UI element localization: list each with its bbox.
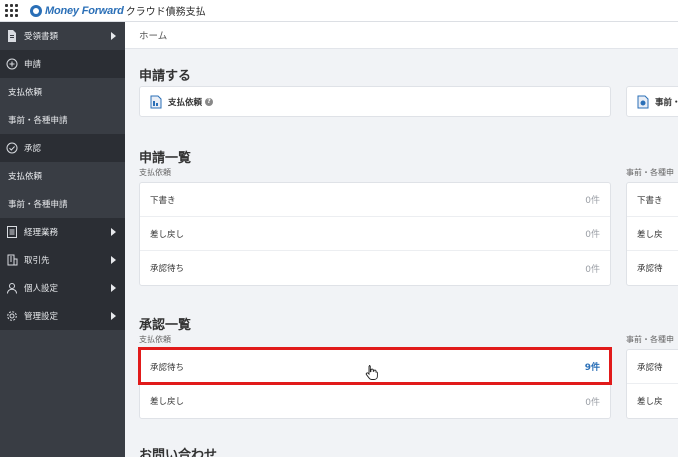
list-item-label: 差し戻し <box>150 397 185 407</box>
main-content: ホーム 申請する 支払依頼 ? 事前・ 申請一覧 支払依頼 事前・各種申 下書き… <box>125 22 678 457</box>
list-item[interactable]: 承認待ち 0件 <box>140 251 610 285</box>
payment-request-icon <box>150 95 162 108</box>
sidebar-item-label: 承認 <box>24 144 42 154</box>
list-item-label: 下書き <box>150 195 176 206</box>
user-icon <box>6 282 18 294</box>
top-bar: Money Forward クラウド債務支払 <box>0 0 678 22</box>
sidebar-item-approval-prior-requests[interactable]: 事前・各種申請 <box>0 190 125 218</box>
sidebar-item-apply-prior-requests[interactable]: 事前・各種申請 <box>0 106 125 134</box>
apply-section-title: 申請する <box>139 69 192 84</box>
sidebar-item-label: 申請 <box>24 60 42 70</box>
ledger-icon <box>6 226 18 238</box>
breadcrumb: ホーム <box>125 22 678 49</box>
grid-icon <box>4 4 18 17</box>
list-item[interactable]: 差し戻し 0件 <box>140 384 610 418</box>
list-item-label: 下書き <box>637 195 663 206</box>
sidebar-item-label: 経理業務 <box>24 228 59 238</box>
list-item[interactable]: 承認待 <box>627 350 678 384</box>
sidebar-item-label: 取引先 <box>24 256 50 266</box>
sidebar-item-label: 事前・各種申請 <box>8 200 68 210</box>
list-item-count: 9件 <box>584 363 600 373</box>
plus-circle-icon <box>6 58 18 70</box>
sidebar-item-label: 受領書類 <box>24 32 59 42</box>
apply-list-prior-label: 事前・各種申 <box>626 168 674 177</box>
list-item-count: 0件 <box>585 230 600 240</box>
apply-list-payment-card: 下書き 0件 差し戻し 0件 承認待ち 0件 <box>139 182 611 286</box>
building-icon <box>6 254 18 266</box>
breadcrumb-home[interactable]: ホーム <box>139 28 167 42</box>
apply-list-title: 申請一覧 <box>139 151 192 166</box>
sidebar-item-received-documents[interactable]: 受領書類 <box>0 22 125 50</box>
brand-logo[interactable]: Money Forward クラウド債務支払 <box>30 3 206 18</box>
list-item[interactable]: 承認待 <box>627 251 678 285</box>
approval-list-title: 承認一覧 <box>139 318 192 333</box>
sidebar-item-label: 管理設定 <box>24 312 59 322</box>
document-icon <box>6 30 18 42</box>
approval-list-prior-label: 事前・各種申 <box>626 335 674 344</box>
list-item[interactable]: 差し戻 <box>627 217 678 251</box>
apply-prior-request-button[interactable]: 事前・ <box>626 86 678 117</box>
list-item-label: 差し戻 <box>637 397 663 407</box>
list-item-label: 承認待 <box>637 264 663 274</box>
gear-icon <box>6 310 18 322</box>
apply-list-prior-card: 下書き 差し戻 承認待 <box>626 182 678 286</box>
sidebar-item-personal-settings[interactable]: 個人設定 <box>0 274 125 302</box>
list-item-label: 承認待 <box>637 362 663 373</box>
money-forward-logo-icon <box>30 4 42 17</box>
approval-list-prior-card: 承認待 差し戻 <box>626 349 678 419</box>
list-item-count: 0件 <box>585 196 600 206</box>
list-item[interactable]: 下書き <box>627 183 678 217</box>
sidebar-item-approval-payment-request[interactable]: 支払依頼 <box>0 162 125 190</box>
sidebar-item-label: 事前・各種申請 <box>8 116 68 126</box>
brand-name: Money Forward <box>45 4 124 17</box>
list-item[interactable]: 下書き 0件 <box>140 183 610 217</box>
chevron-right-icon <box>111 284 116 292</box>
chevron-right-icon <box>111 256 116 264</box>
approval-list-payment-card: 承認待ち 9件 差し戻し 0件 <box>139 349 611 419</box>
sidebar-item-apply[interactable]: 申請 <box>0 50 125 78</box>
sidebar-item-admin-settings[interactable]: 管理設定 <box>0 302 125 330</box>
help-icon[interactable]: ? <box>205 97 214 106</box>
sidebar-item-label: 支払依頼 <box>8 88 43 98</box>
sidebar-item-label: 個人設定 <box>24 284 59 294</box>
apply-list-payment-label: 支払依頼 <box>139 168 171 177</box>
apply-payment-request-label: 支払依頼 <box>168 97 203 108</box>
list-item[interactable]: 差し戻 <box>627 384 678 418</box>
contact-section-title: お問い合わせ <box>139 448 218 457</box>
sidebar: 受領書類 申請 支払依頼 事前・各種申請 承認 支払依頼 事前・各種申請 経理業… <box>0 22 125 457</box>
check-circle-icon <box>6 142 18 154</box>
product-name: クラウド債務支払 <box>125 7 206 18</box>
list-item-label: 承認待ち <box>150 264 185 274</box>
apply-payment-request-button[interactable]: 支払依頼 ? <box>139 86 611 117</box>
sidebar-item-label: 支払依頼 <box>8 172 43 182</box>
chevron-right-icon <box>111 312 116 320</box>
list-item-label: 承認待ち <box>150 362 185 373</box>
list-item-count: 0件 <box>585 397 600 408</box>
list-item-count: 0件 <box>585 264 600 275</box>
list-item-label: 差し戻し <box>150 229 185 240</box>
sidebar-item-business-partners[interactable]: 取引先 <box>0 246 125 274</box>
list-item-label: 差し戻 <box>637 229 663 240</box>
chevron-right-icon <box>111 228 116 236</box>
hand-cursor-icon <box>365 365 378 380</box>
sidebar-item-apply-payment-request[interactable]: 支払依頼 <box>0 78 125 106</box>
apply-prior-request-label: 事前・ <box>655 97 678 108</box>
prior-request-icon <box>637 95 649 108</box>
sidebar-item-approval[interactable]: 承認 <box>0 134 125 162</box>
chevron-right-icon <box>111 32 116 40</box>
app-switcher-button[interactable] <box>0 0 22 22</box>
list-item[interactable]: 差し戻し 0件 <box>140 217 610 251</box>
approval-list-payment-label: 支払依頼 <box>139 335 171 344</box>
sidebar-item-accounting[interactable]: 経理業務 <box>0 218 125 246</box>
